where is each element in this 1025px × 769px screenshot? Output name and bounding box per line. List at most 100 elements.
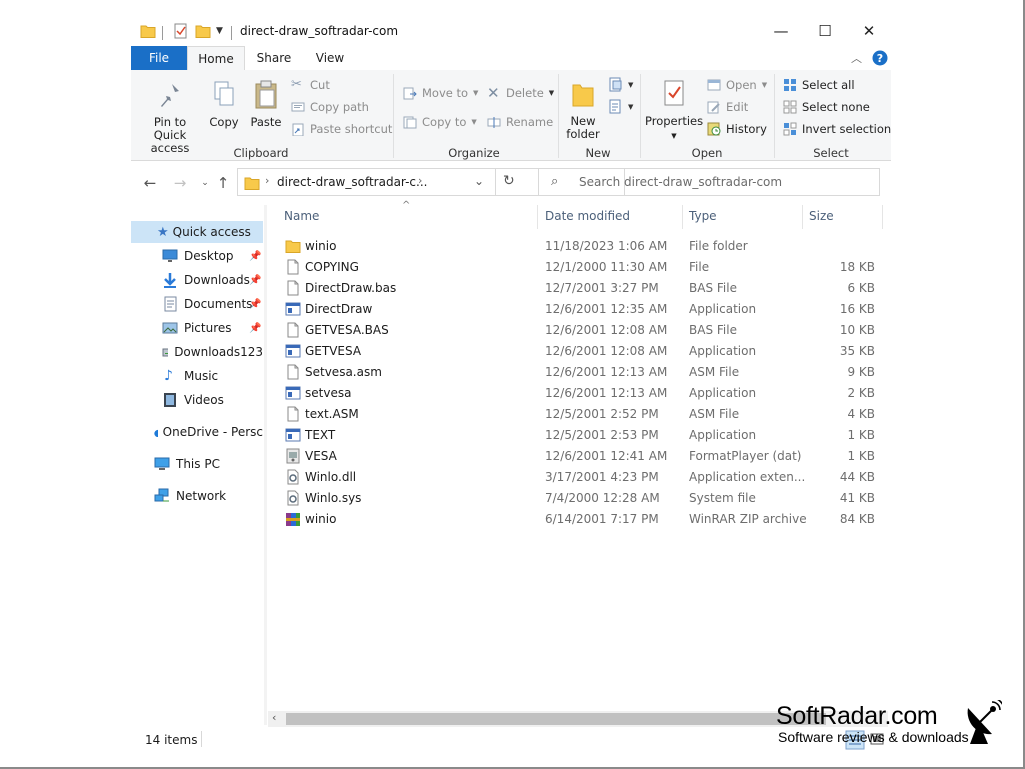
new-item-icon[interactable]: ▼: [608, 77, 634, 93]
file-name[interactable]: TEXT: [305, 428, 335, 442]
recent-locations-button[interactable]: ⌄: [195, 172, 215, 194]
table-row[interactable]: TEXT 12/5/2001 2:53 PM Application 1 KB: [277, 425, 883, 446]
file-name[interactable]: winio: [305, 512, 336, 526]
table-row[interactable]: Winlo.dll 3/17/2001 4:23 PM Application ex…: [277, 467, 883, 488]
nav-onedrive[interactable]: OneDrive - Persc: [131, 421, 263, 443]
paste-shortcut-button[interactable]: Paste shortcut: [291, 122, 392, 136]
column-separator[interactable]: [682, 205, 683, 229]
file-name[interactable]: VESA: [305, 449, 337, 463]
move-to-button[interactable]: Move to ▼: [403, 86, 478, 100]
scroll-left-icon[interactable]: ‹: [272, 711, 276, 724]
file-name[interactable]: COPYING: [305, 260, 359, 274]
table-row[interactable]: setvesa 12/6/2001 12:13 AM Application 2 KB: [277, 383, 883, 404]
file-size: 44 KB: [839, 470, 875, 484]
zip-icon: [286, 513, 300, 526]
column-separator[interactable]: [882, 205, 883, 229]
select-all-button[interactable]: Select all: [783, 78, 855, 92]
file-name[interactable]: GETVESA: [305, 344, 361, 358]
table-row[interactable]: COPYING 12/1/2000 11:30 AM File 18 KB: [277, 257, 883, 278]
qat-dropdown-icon[interactable]: ▼: [216, 26, 223, 36]
select-none-button[interactable]: Select none: [783, 100, 870, 114]
new-folder-icon[interactable]: [195, 23, 211, 39]
rename-label: Rename: [506, 115, 554, 129]
pin-to-quick-access-button[interactable]: Pin to Quick access: [137, 80, 203, 155]
nav-item-music[interactable]: ♪ Music: [131, 365, 263, 387]
table-row[interactable]: winio 6/14/2001 7:17 PM WinRAR ZIP archive…: [277, 509, 883, 530]
up-button[interactable]: ↑: [213, 172, 233, 194]
pane-splitter[interactable]: [264, 205, 267, 725]
file-name[interactable]: setvesa: [305, 386, 351, 400]
address-dropdown-icon[interactable]: ⌄: [474, 174, 484, 188]
edit-button[interactable]: Edit: [707, 100, 748, 114]
file-name[interactable]: Winlo.sys: [305, 491, 361, 505]
nav-item-desktop[interactable]: Desktop 📌: [131, 245, 263, 267]
open-button[interactable]: Open ▼: [707, 78, 767, 92]
table-row[interactable]: GETVESA.BAS 12/6/2001 12:08 AM BAS File 10 …: [277, 320, 883, 341]
column-header-name[interactable]: Name: [284, 209, 319, 223]
refresh-icon[interactable]: ↻: [503, 173, 515, 189]
table-row[interactable]: DirectDraw.bas 12/7/2001 3:27 PM BAS File 6…: [277, 278, 883, 299]
nav-item-downloads[interactable]: Downloads 📌: [131, 269, 263, 291]
nav-item-pictures[interactable]: Pictures 📌: [131, 317, 263, 339]
paste-button[interactable]: Paste: [247, 80, 285, 129]
file-name[interactable]: text.ASM: [305, 407, 359, 421]
file-name[interactable]: Setvesa.asm: [305, 365, 382, 379]
edit-label: Edit: [726, 100, 749, 114]
file-name[interactable]: winio: [305, 239, 336, 253]
column-header-type[interactable]: Type: [689, 209, 717, 223]
properties-icon[interactable]: [173, 23, 189, 39]
open-label: Open: [726, 78, 757, 92]
tab-share[interactable]: Share: [247, 46, 301, 70]
new-folder-button[interactable]: New folder: [563, 80, 603, 141]
cut-button[interactable]: ✂ Cut: [291, 78, 330, 93]
forward-button[interactable]: →: [170, 172, 190, 194]
rename-button[interactable]: Rename: [487, 115, 553, 129]
table-row[interactable]: text.ASM 12/5/2001 2:52 PM ASM File 4 KB: [277, 404, 883, 425]
column-separator[interactable]: [537, 205, 538, 229]
copy-path-button[interactable]: Copy path: [291, 100, 369, 114]
close-button[interactable]: ✕: [847, 18, 891, 44]
breadcrumb-chevron-icon[interactable]: ›: [418, 174, 422, 187]
invert-selection-button[interactable]: Invert selection: [783, 122, 891, 136]
table-row[interactable]: GETVESA 12/6/2001 12:08 AM Application 35 K…: [277, 341, 883, 362]
search-input[interactable]: Search direct-draw_softradar-com: [579, 175, 782, 189]
window-title: direct-draw_softradar-com: [240, 24, 399, 38]
minimize-button[interactable]: —: [759, 18, 803, 44]
select-group-label: Select: [813, 146, 849, 160]
table-row[interactable]: Setvesa.asm 12/6/2001 12:13 AM ASM File 9 K…: [277, 362, 883, 383]
easy-access-icon[interactable]: ▼: [608, 99, 634, 115]
history-button[interactable]: History: [707, 122, 767, 136]
delete-button[interactable]: ✕ Delete ▼: [487, 86, 554, 101]
back-button[interactable]: ←: [140, 172, 160, 194]
help-icon[interactable]: ?: [872, 50, 888, 66]
search-box[interactable]: ⌕ Search direct-draw_softradar-com: [538, 168, 880, 196]
file-name[interactable]: GETVESA.BAS: [305, 323, 389, 337]
maximize-button[interactable]: ☐: [803, 18, 847, 44]
file-name[interactable]: DirectDraw: [305, 302, 372, 316]
nav-this-pc[interactable]: This PC: [131, 453, 263, 475]
nav-item-videos[interactable]: Videos: [131, 389, 263, 411]
tab-view[interactable]: View: [303, 46, 357, 70]
collapse-ribbon-icon[interactable]: ︿: [851, 50, 862, 66]
nav-item-downloads123[interactable]: Downloads123: [131, 341, 263, 363]
nav-network[interactable]: Network: [131, 485, 263, 507]
file-name[interactable]: Winlo.dll: [305, 470, 356, 484]
file-name[interactable]: DirectDraw.bas: [305, 281, 396, 295]
table-row[interactable]: Winlo.sys 7/4/2000 12:28 AM System file 41 …: [277, 488, 883, 509]
nav-item-documents[interactable]: Documents 📌: [131, 293, 263, 315]
properties-button[interactable]: Properties ▼: [645, 80, 703, 143]
column-header-size[interactable]: Size: [809, 209, 834, 223]
breadcrumb-path[interactable]: direct-draw_softradar-c...: [277, 175, 427, 189]
tab-file[interactable]: File: [131, 46, 187, 70]
table-row[interactable]: VESA 12/6/2001 12:41 AM FormatPlayer (dat)…: [277, 446, 883, 467]
column-separator[interactable]: [802, 205, 803, 229]
copy-button[interactable]: Copy: [205, 80, 243, 129]
nav-quick-access[interactable]: ★ Quick access: [131, 221, 263, 243]
copy-to-button[interactable]: Copy to ▼: [403, 115, 477, 129]
column-header-date[interactable]: Date modified: [545, 209, 630, 223]
tab-home[interactable]: Home: [187, 46, 245, 72]
table-row[interactable]: DirectDraw 12/6/2001 12:35 AM Application 1…: [277, 299, 883, 320]
scrollbar-thumb[interactable]: [286, 713, 826, 725]
documents-icon: [164, 296, 177, 312]
table-row[interactable]: winio 11/18/2023 1:06 AM File folder: [277, 236, 883, 257]
